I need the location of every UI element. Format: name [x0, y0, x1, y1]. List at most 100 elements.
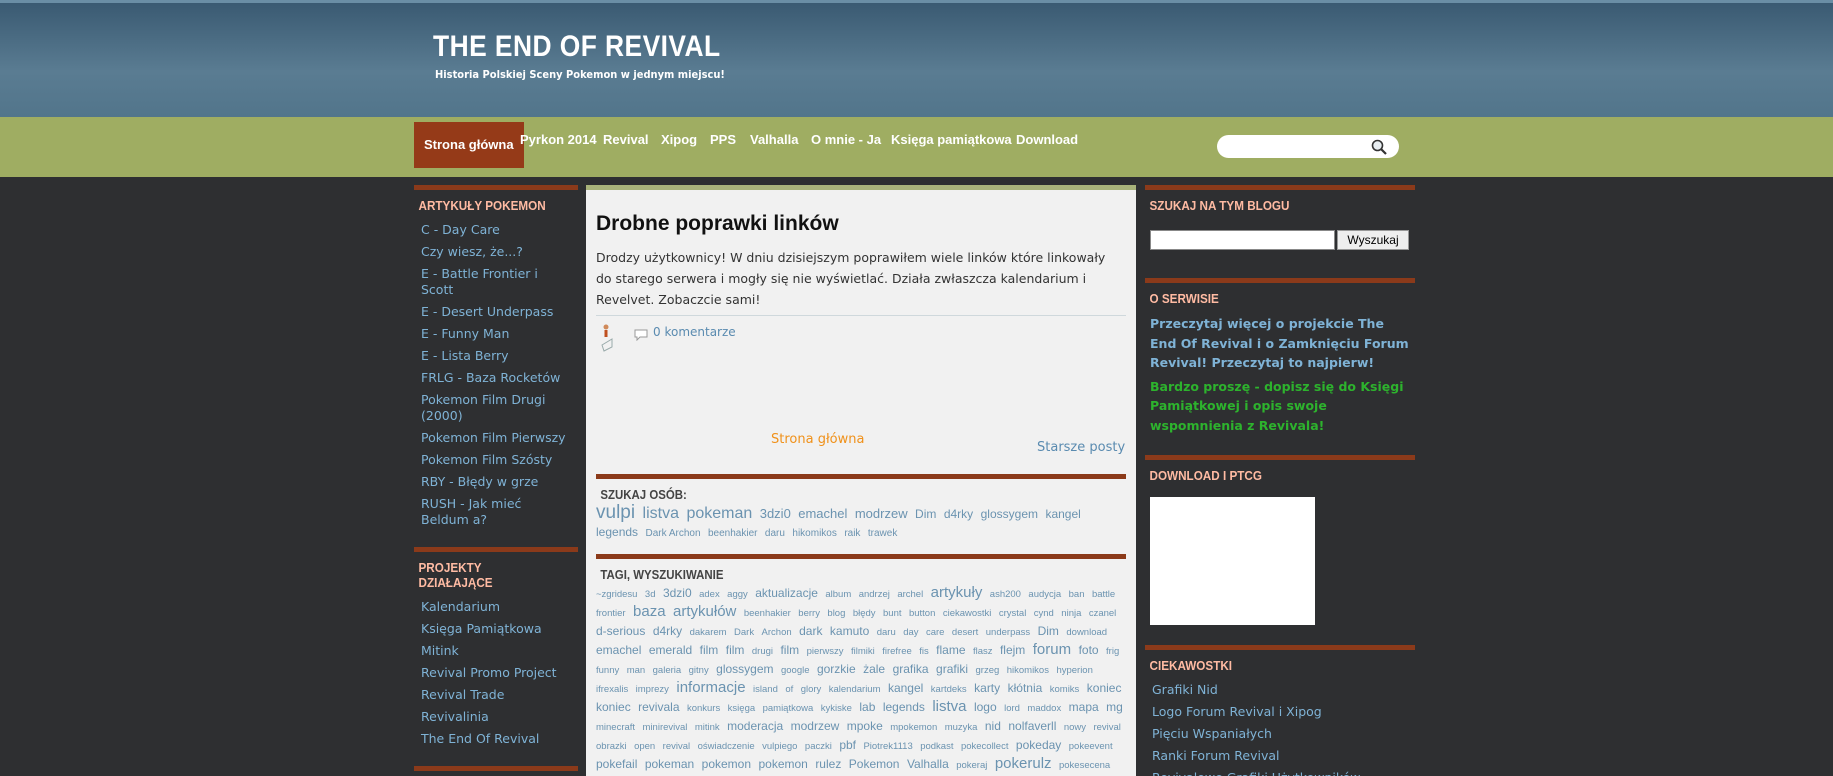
tag-link[interactable]: paczki [805, 741, 832, 752]
tag-link[interactable]: rulez [815, 757, 841, 771]
curiosity-link[interactable]: Logo Forum Revival i Xipog [1145, 701, 1415, 723]
tag-link[interactable]: galeria [653, 665, 682, 676]
tag-link[interactable]: pokeraj [956, 760, 987, 771]
search-icon[interactable] [1370, 138, 1388, 156]
tag-link[interactable]: ciekawostki [943, 608, 992, 619]
tag-link[interactable]: aggy [727, 589, 748, 600]
tag-link[interactable]: pokeman [645, 757, 694, 771]
project-link[interactable]: Kalendarium [414, 596, 578, 618]
tag-link[interactable]: nid [985, 719, 1001, 733]
tag-link[interactable]: emachel [798, 506, 847, 521]
tag-link[interactable]: frontier [596, 608, 626, 619]
tag-link[interactable]: żale [863, 662, 885, 676]
tag-link[interactable]: grzeg [976, 665, 1000, 676]
tag-link[interactable]: fis [919, 646, 929, 657]
project-link[interactable]: Revival Promo Project [414, 662, 578, 684]
tag-link[interactable]: nolfaverll [1008, 719, 1056, 733]
tag-link[interactable]: google [781, 665, 810, 676]
tag-link[interactable]: filmiki [851, 646, 875, 657]
tag-link[interactable]: ~zgridesu [596, 589, 637, 600]
tag-link[interactable]: kalendarium [829, 684, 881, 695]
tag-link[interactable]: pokeevent [1069, 741, 1113, 752]
curiosity-link[interactable]: Revivalowe Grafiki Użytkowników [1145, 767, 1415, 776]
project-link[interactable]: The End Of Revival [414, 728, 578, 750]
tag-link[interactable]: underpass [986, 627, 1030, 638]
nav-item-pps[interactable]: PPS [710, 117, 736, 162]
tag-link[interactable]: film [700, 643, 719, 657]
tag-link[interactable]: kłótnia [1008, 681, 1043, 695]
article-link[interactable]: Pokemon Film Szósty [414, 449, 578, 471]
tag-link[interactable]: informacje [676, 679, 745, 696]
tag-link[interactable]: czanel [1089, 608, 1116, 619]
tag-link[interactable]: foto [1079, 643, 1099, 657]
home-link[interactable]: Strona główna [771, 432, 864, 447]
author-icon[interactable] [600, 323, 614, 353]
tag-link[interactable]: ninja [1061, 608, 1081, 619]
tag-link[interactable]: kartdeks [931, 684, 967, 695]
about-guestbook-link[interactable]: Bardzo proszę - dopisz się do Księgi Pam… [1145, 375, 1415, 438]
article-link[interactable]: FRLG - Baza Rocketów [414, 367, 578, 389]
tag-link[interactable]: man [627, 665, 645, 676]
tag-link[interactable]: pokecollect [961, 741, 1009, 752]
tag-link[interactable]: pamiątkowa [763, 703, 814, 714]
tag-link[interactable]: mpokemon [890, 722, 937, 733]
tag-link[interactable]: revival [1093, 722, 1120, 733]
tag-link[interactable]: mapa [1069, 700, 1099, 714]
tag-link[interactable]: glory [801, 684, 822, 695]
tag-link[interactable]: maddox [1027, 703, 1061, 714]
tag-link[interactable]: button [909, 608, 935, 619]
tag-link[interactable]: emachel [596, 643, 641, 657]
tag-link[interactable]: pokeman [686, 505, 752, 522]
tag-link[interactable]: emerald [649, 643, 692, 657]
tag-link[interactable]: aktualizacje [755, 586, 818, 600]
tag-link[interactable]: film [726, 643, 745, 657]
tag-link[interactable]: battle [1092, 589, 1115, 600]
tag-link[interactable]: ifrexalis [596, 684, 628, 695]
tag-link[interactable]: forum [1033, 641, 1071, 658]
tag-link[interactable]: gitny [689, 665, 709, 676]
tag-link[interactable]: audycja [1028, 589, 1061, 600]
article-link[interactable]: Czy wiesz, że...? [414, 241, 578, 263]
nav-item-pyrkon[interactable]: Pyrkon 2014 [520, 117, 597, 162]
tag-link[interactable]: glossygem [981, 507, 1038, 521]
tag-link[interactable]: grafiki [936, 662, 968, 676]
tag-link[interactable]: flame [936, 643, 965, 657]
tag-link[interactable]: pokemon [702, 757, 751, 771]
project-link[interactable]: Revival Trade [414, 684, 578, 706]
blog-search-button[interactable]: Wyszukaj [1337, 230, 1409, 250]
curiosity-link[interactable]: Pięciu Wspaniałych [1145, 723, 1415, 745]
tag-link[interactable]: grafika [893, 662, 929, 676]
article-link[interactable]: E - Battle Frontier i Scott [414, 263, 578, 301]
download-image[interactable] [1150, 497, 1315, 625]
tag-link[interactable]: pokemon [758, 757, 807, 771]
tag-link[interactable]: ash200 [990, 589, 1021, 600]
project-link[interactable]: Revivalinia [414, 706, 578, 728]
tag-link[interactable]: pokesecena [1059, 760, 1110, 771]
tag-link[interactable]: lab [859, 700, 875, 714]
tag-link[interactable]: Dim [915, 507, 936, 521]
tag-link[interactable]: pbf [839, 738, 856, 752]
post-title[interactable]: Drobne poprawki linków [596, 212, 839, 236]
tag-link[interactable]: drugi [752, 646, 773, 657]
tag-link[interactable]: pokerulz [995, 755, 1052, 772]
tag-link[interactable]: desert [952, 627, 978, 638]
article-link[interactable]: RUSH - Jak mieć Beldum a? [414, 493, 578, 531]
project-link[interactable]: Księga Pamiątkowa [414, 618, 578, 640]
tag-link[interactable]: kangel [888, 681, 923, 695]
tag-link[interactable]: koniec [1087, 681, 1122, 695]
tag-link[interactable]: artykuły [931, 584, 983, 601]
tag-link[interactable]: 3d [645, 589, 656, 600]
tag-link[interactable]: pokefail [596, 757, 637, 771]
tag-link[interactable]: download [1066, 627, 1107, 638]
article-link[interactable]: Pokemon Film Drugi (2000) [414, 389, 578, 427]
tag-link[interactable]: film [780, 643, 799, 657]
tag-link[interactable]: listva [932, 698, 966, 715]
tag-link[interactable]: flejm [1000, 643, 1025, 657]
blog-search-input[interactable] [1150, 230, 1335, 250]
tag-link[interactable]: Piotrek1113 [863, 741, 912, 752]
tag-link[interactable]: daru [765, 528, 785, 539]
site-title[interactable]: THE END OF REVIVAL [433, 30, 721, 64]
tag-link[interactable]: listva [643, 505, 679, 522]
article-link[interactable]: E - Desert Underpass [414, 301, 578, 323]
tag-link[interactable]: koniec [596, 700, 631, 714]
